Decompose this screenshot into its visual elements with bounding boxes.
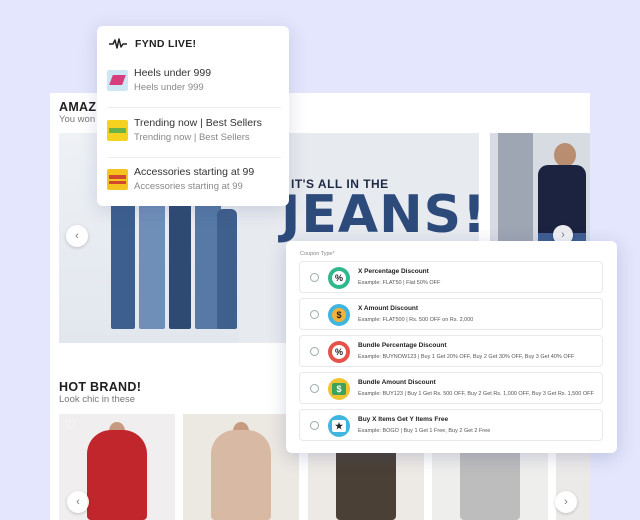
chevron-right-icon: ›: [564, 496, 568, 508]
coupon-type-card: Coupon Type* % X Percentage Discount Exa…: [286, 241, 617, 453]
coupon-option-bundle-amount[interactable]: $ Bundle Amount Discount Example: BUY123…: [299, 372, 603, 404]
live-item-subtitle: Heels under 999: [134, 82, 204, 93]
radio-button[interactable]: [310, 273, 319, 282]
coupon-option-percentage[interactable]: % X Percentage Discount Example: FLAT50 …: [299, 261, 603, 293]
coupon-option-title: X Percentage Discount: [358, 268, 429, 275]
live-item-title: Heels under 999: [134, 67, 212, 79]
money-bag-icon: $: [328, 304, 350, 326]
coupon-option-bundle-percentage[interactable]: % Bundle Percentage Discount Example: BU…: [299, 335, 603, 367]
cash-register-icon: $: [328, 378, 350, 400]
live-item[interactable]: Heels under 999 Heels under 999: [107, 56, 281, 104]
percent-icon: %: [328, 267, 350, 289]
heels-thumbnail: [107, 69, 128, 91]
chevron-left-icon: ‹: [76, 496, 80, 508]
banner-big-text: JEANS!: [281, 185, 479, 245]
coupon-option-title: Bundle Percentage Discount: [358, 342, 447, 349]
banner-prev-button[interactable]: ‹: [66, 225, 88, 247]
coupon-option-example: Example: BUY123 | Buy 1 Get Rs. 500 OFF,…: [358, 391, 594, 397]
hot-brand-title: HOT BRAND!: [59, 380, 142, 394]
fynd-live-title: FYND LIVE!: [135, 38, 197, 50]
radio-button[interactable]: [310, 310, 319, 319]
coupon-option-example: Example: FLAT50 | Flat 50% OFF: [358, 280, 441, 286]
coupon-option-example: Example: BOGO | Buy 1 Get 1 Free, Buy 2 …: [358, 428, 491, 434]
section-subtitle: You won: [59, 114, 96, 125]
coupon-type-label: Coupon Type*: [300, 251, 335, 257]
radio-button[interactable]: [310, 347, 319, 356]
products-prev-button[interactable]: ‹: [67, 491, 89, 513]
section-title: AMAZI: [59, 100, 101, 114]
hot-brand-subtitle: Look chic in these: [59, 394, 136, 405]
percent-tag-icon: %: [328, 341, 350, 363]
coupon-option-title: Bundle Amount Discount: [358, 379, 436, 386]
trending-thumbnail: [107, 119, 128, 141]
radio-button[interactable]: [310, 384, 319, 393]
coupon-option-title: Buy X Items Get Y Items Free: [358, 416, 449, 423]
chevron-right-icon: ›: [561, 229, 565, 241]
live-item-subtitle: Accessories starting at 99: [134, 181, 243, 192]
product-card[interactable]: [183, 414, 299, 520]
radio-button[interactable]: [310, 421, 319, 430]
accessories-thumbnail: [107, 168, 128, 190]
tshirt-icon: ★: [328, 415, 350, 437]
coupon-option-amount[interactable]: $ X Amount Discount Example: FLAT500 | R…: [299, 298, 603, 330]
live-item-title: Accessories starting at 99: [134, 166, 255, 178]
fynd-live-header: FYND LIVE!: [109, 38, 196, 50]
coupon-option-title: X Amount Discount: [358, 305, 419, 312]
products-next-button[interactable]: ›: [555, 491, 577, 513]
coupon-option-example: Example: BUYNOW123 | Buy 1 Get 20% OFF, …: [358, 354, 575, 360]
coupon-option-buy-x-get-y[interactable]: ★ Buy X Items Get Y Items Free Example: …: [299, 409, 603, 441]
live-item[interactable]: Trending now | Best Sellers Trending now…: [107, 106, 281, 154]
coupon-option-example: Example: FLAT500 | Rs. 500 OFF on Rs. 2,…: [358, 317, 474, 323]
pulse-icon: [109, 38, 127, 49]
fynd-live-card: FYND LIVE! Heels under 999 Heels under 9…: [97, 26, 289, 206]
live-item-subtitle: Trending now | Best Sellers: [134, 132, 250, 143]
heart-icon[interactable]: ♡: [65, 418, 76, 432]
live-item-title: Trending now | Best Sellers: [134, 117, 262, 129]
chevron-left-icon: ‹: [75, 230, 79, 242]
live-item[interactable]: Accessories starting at 99 Accessories s…: [107, 155, 281, 203]
